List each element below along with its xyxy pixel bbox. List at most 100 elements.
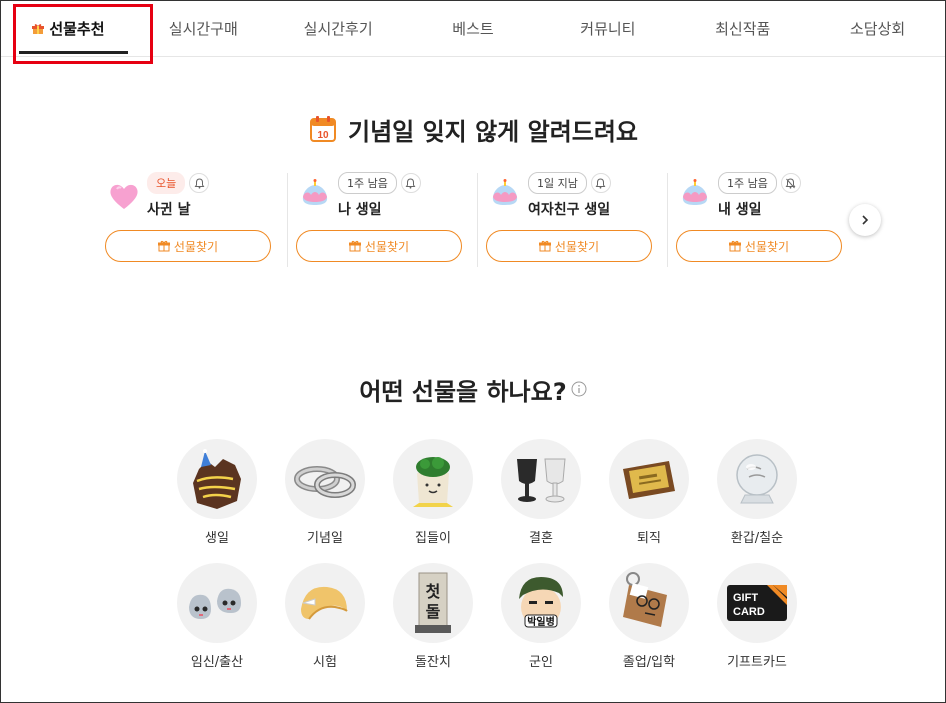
tab-label: 커뮤니티 [580,20,636,38]
category-grid: 생일 기념일 집들이 결혼 퇴직 환갑/칠순 임신/출산 시험 첫 돌 돌잔치 … [163,439,813,671]
dol-sign-text-1: 첫 [426,582,441,601]
category-first-birthday[interactable]: 첫 돌 돌잔치 [379,563,487,671]
category-label: 퇴직 [637,531,661,546]
couple-rings-icon [294,466,356,498]
category-label: 임신/출산 [190,655,244,670]
graduation-keyring-icon [623,572,667,627]
category-label: 기념일 [307,531,343,546]
tab-label: 소담상회 [849,20,906,38]
reminder-name: 내 생일 [718,202,762,218]
calendar-day: 10 [317,130,329,141]
plant-pot-icon [413,457,453,507]
soldier-icon: 박일병 [519,577,563,628]
dol-sign-text-2: 돌 [426,602,441,621]
bell-icon[interactable] [590,173,611,193]
tab-label: 최신작품 [715,20,771,38]
category-label: 졸업/입학 [622,655,676,670]
gift-card-text-2: CARD [733,606,765,618]
gift-icon [32,24,45,34]
reminder-list: 오늘 사귄 날 선물찾기 1주 남음 나 생일 선물찾기 1일 지남 여자친구 … [97,172,857,267]
status-badge: 1일 지남 [528,172,587,194]
tab-label: 실시간구매 [168,20,238,38]
category-label: 집들이 [415,531,451,546]
crystal-ball-icon [736,454,778,504]
birthday-cake-icon [302,179,328,205]
find-gift-label: 선물찾기 [744,239,790,254]
dol-sign-icon: 첫 돌 [415,572,451,633]
status-badge: 1주 남음 [338,172,397,194]
pink-heart-icon [110,184,138,209]
birthday-cake-icon [492,179,518,205]
wedding-cups-icon [517,458,566,503]
category-wedding[interactable]: 결혼 [487,439,595,547]
reminder-name: 사귄 날 [147,202,191,218]
reminder-card: 1주 남음 나 생일 선물찾기 [287,172,477,267]
calendar-icon: 10 [309,116,336,142]
fortune-cookie-icon [301,586,348,620]
category-housewarming[interactable]: 집들이 [379,439,487,547]
category-label: 생일 [205,531,229,546]
category-title-text: 어떤 선물을 하나요? [359,377,567,406]
baby-shoes-icon [189,588,241,619]
soldier-name-text: 박일병 [527,615,555,628]
gift-card-text-1: GIFT [733,592,758,604]
reminder-card: 1일 지남 여자친구 생일 선물찾기 [477,172,667,267]
category-label: 돌잔치 [415,655,451,670]
plaque-icon [623,461,675,499]
reminder-name: 여자친구 생일 [528,202,611,218]
birthday-cookie-icon [193,449,241,509]
gift-outline-icon [348,240,361,252]
category-graduation-admission[interactable]: 졸업/입학 [595,563,703,671]
category-anniversary[interactable]: 기념일 [271,439,379,547]
bell-icon[interactable] [400,173,421,193]
tab-realtime-review[interactable]: 실시간후기 [271,1,406,56]
tab-label: 실시간후기 [303,20,373,38]
status-badge: 오늘 [147,172,186,194]
category-gift-card[interactable]: GIFT CARD 기프트카드 [703,563,811,671]
anniversary-title-text: 기념일 잊지 않게 알려드려요 [347,117,639,146]
find-gift-button[interactable]: 선물찾기 [486,230,652,262]
chevron-right-icon [862,215,869,225]
category-label: 시험 [313,655,337,670]
tab-sodam-shop[interactable]: 소담상회 [810,1,945,56]
find-gift-label: 선물찾기 [554,239,600,254]
category-label: 군인 [529,655,553,670]
category-exam[interactable]: 시험 [271,563,379,671]
category-birthday[interactable]: 생일 [163,439,271,547]
anniversary-section-title: 10 기념일 잊지 않게 알려드려요 [1,111,945,147]
reminder-name: 나 생일 [338,202,382,218]
gift-outline-icon [157,240,170,252]
find-gift-button[interactable]: 선물찾기 [676,230,842,262]
category-60th-70th-birthday[interactable]: 환갑/칠순 [703,439,811,547]
tab-new-works[interactable]: 최신작품 [675,1,810,56]
reminder-card: 오늘 사귄 날 선물찾기 [97,172,287,267]
tab-best[interactable]: 베스트 [406,1,541,56]
tab-gift-recommend[interactable]: 선물추천 [1,1,136,56]
info-icon[interactable] [571,381,587,397]
bell-icon[interactable] [189,173,210,193]
bell-off-icon[interactable] [780,173,801,193]
category-soldier[interactable]: 박일병 군인 [487,563,595,671]
category-pregnancy-birth[interactable]: 임신/출산 [163,563,271,671]
find-gift-label: 선물찾기 [173,239,219,254]
category-label: 결혼 [529,531,553,546]
category-retirement[interactable]: 퇴직 [595,439,703,547]
next-button[interactable] [849,204,881,236]
reminder-card: 1주 남음 내 생일 선물찾기 [667,172,857,267]
birthday-cake-icon [682,179,708,205]
tab-label: 선물추천 [49,20,105,38]
category-label: 기프트카드 [727,655,787,670]
category-section-title: 어떤 선물을 하나요? [1,371,945,407]
find-gift-label: 선물찾기 [364,239,410,254]
tab-community[interactable]: 커뮤니티 [540,1,675,56]
tab-realtime-purchase[interactable]: 실시간구매 [136,1,271,56]
gift-card-icon: GIFT CARD [727,585,787,621]
category-label: 환갑/칠순 [730,531,784,546]
tab-label: 베스트 [452,20,494,38]
gift-outline-icon [728,240,741,252]
find-gift-button[interactable]: 선물찾기 [105,230,271,262]
find-gift-button[interactable]: 선물찾기 [296,230,462,262]
status-badge: 1주 남음 [718,172,777,194]
gift-outline-icon [538,240,551,252]
top-nav: 선물추천 실시간구매 실시간후기 베스트 커뮤니티 최신작품 소담상회 [1,1,945,57]
